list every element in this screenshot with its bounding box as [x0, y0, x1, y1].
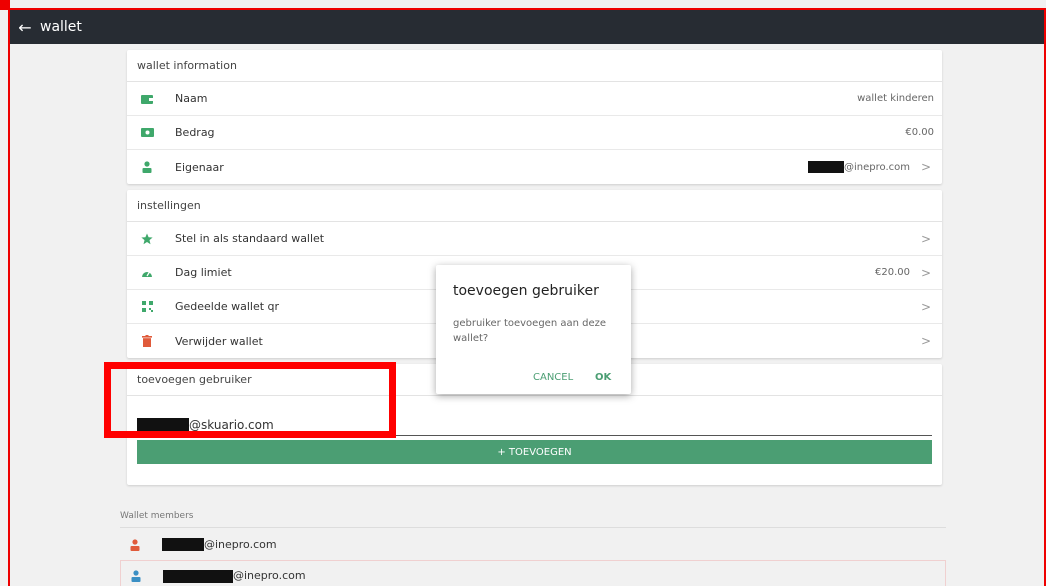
user-icon	[121, 570, 151, 582]
wallet-amount-label: Bedrag	[175, 126, 215, 139]
dialog-title: toevoegen gebruiker	[453, 283, 599, 299]
wallet-owner-value: @inepro.com	[808, 161, 910, 173]
arrow-left-icon[interactable]: ←	[10, 18, 40, 37]
qr-icon	[127, 301, 167, 312]
member-row[interactable]: @inepro.com	[120, 529, 946, 560]
page-title: wallet	[40, 19, 82, 35]
member-row[interactable]: @inepro.com	[120, 560, 946, 586]
wallet-name-row: Naam wallet kinderen	[127, 82, 942, 116]
redacted-text	[163, 569, 233, 583]
wallet-amount-row: Bedrag €0.00	[127, 116, 942, 150]
ok-button[interactable]: OK	[595, 372, 611, 383]
user-icon	[120, 538, 150, 551]
redacted-text	[162, 538, 204, 552]
chevron-right-icon: >	[920, 265, 932, 280]
member-email: @inepro.com	[163, 569, 306, 583]
add-user-confirm-dialog: toevoegen gebruiker gebruiker toevoegen …	[436, 265, 631, 394]
wallet-icon	[127, 94, 167, 104]
chevron-right-icon: >	[920, 160, 932, 174]
chevron-right-icon: >	[920, 299, 932, 314]
top-app-bar: ← wallet	[10, 10, 1044, 44]
set-default-wallet-row[interactable]: Stel in als standaard wallet >	[127, 222, 942, 256]
wallet-owner-label: Eigenaar	[175, 160, 224, 174]
wallet-information-header: wallet information	[127, 50, 942, 82]
day-limit-value: €20.00	[875, 267, 910, 278]
chevron-right-icon: >	[920, 334, 932, 348]
redacted-text	[808, 161, 844, 173]
speedometer-icon	[127, 268, 167, 278]
money-icon	[127, 128, 167, 137]
cancel-button[interactable]: CANCEL	[533, 372, 573, 383]
trash-icon	[127, 335, 167, 347]
chevron-right-icon: >	[920, 231, 932, 246]
wallet-information-card: wallet information Naam wallet kinderen …	[127, 50, 942, 184]
dialog-message: gebruiker toevoegen aan deze wallet?	[453, 318, 607, 344]
redacted-text	[137, 418, 189, 431]
add-user-email-input[interactable]: @skuario.com	[137, 414, 932, 436]
corner-marker	[0, 0, 10, 10]
member-email: @inepro.com	[162, 538, 277, 552]
wallet-amount-value: €0.00	[905, 127, 934, 138]
wallet-members-header: Wallet members	[120, 504, 946, 528]
wallet-name-label: Naam	[175, 92, 208, 105]
wallet-name-value: wallet kinderen	[857, 93, 934, 104]
star-icon	[127, 233, 167, 245]
set-default-wallet-label: Stel in als standaard wallet	[175, 232, 325, 245]
wallet-owner-row[interactable]: Eigenaar @inepro.com >	[127, 150, 942, 184]
add-user-button[interactable]: + TOEVOEGEN	[137, 440, 932, 464]
settings-header: instellingen	[127, 190, 942, 222]
user-icon	[127, 161, 167, 173]
